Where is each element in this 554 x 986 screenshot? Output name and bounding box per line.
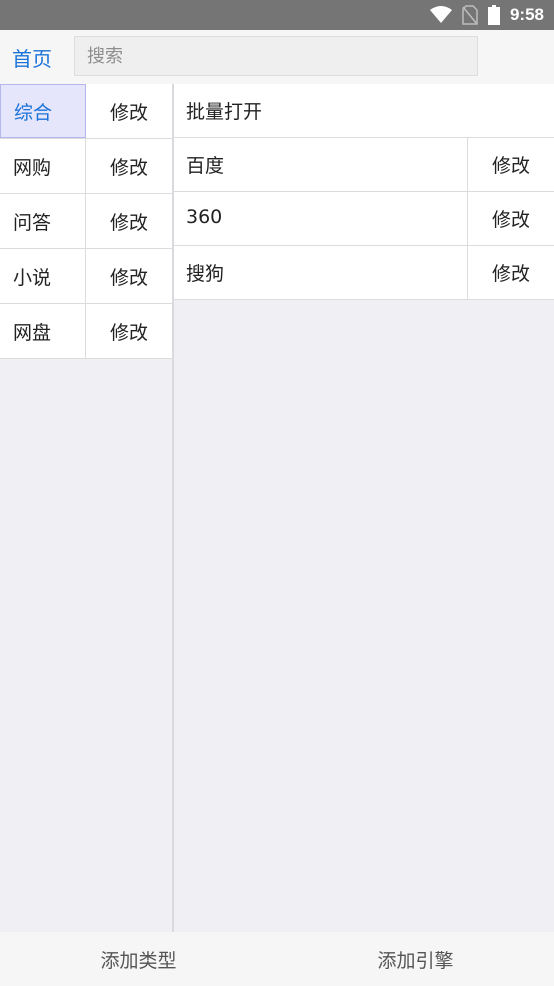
engine-list: 批量打开 百度 修改 360 修改 搜狗 修改 — [174, 84, 554, 932]
category-row-wenda[interactable]: 问答 修改 — [0, 194, 172, 249]
add-engine-button[interactable]: 添加引擎 — [277, 932, 554, 986]
category-name[interactable]: 综合 — [0, 84, 86, 138]
engine-name[interactable]: 搜狗 — [174, 246, 468, 299]
category-edit-button[interactable]: 修改 — [86, 304, 172, 358]
bottom-bar: 添加类型 添加引擎 — [0, 932, 554, 986]
category-edit-button[interactable]: 修改 — [86, 194, 172, 248]
status-icons: 9:58 — [429, 0, 544, 30]
status-bar: 9:58 — [0, 0, 554, 30]
category-name[interactable]: 网购 — [0, 139, 86, 193]
top-bar: 首页 — [0, 30, 554, 84]
search-input[interactable] — [74, 36, 478, 76]
engine-edit-button[interactable]: 修改 — [468, 138, 554, 191]
category-row-zonghe[interactable]: 综合 修改 — [0, 84, 172, 139]
engine-name[interactable]: 360 — [174, 192, 468, 245]
category-row-wangpan[interactable]: 网盘 修改 — [0, 304, 172, 359]
category-row-xiaoshuo[interactable]: 小说 修改 — [0, 249, 172, 304]
category-list: 综合 修改 网购 修改 问答 修改 小说 修改 网盘 修改 — [0, 84, 174, 932]
no-sim-icon — [462, 5, 478, 25]
home-link[interactable]: 首页 — [12, 43, 52, 72]
category-edit-button[interactable]: 修改 — [86, 84, 172, 138]
engine-row-sougou[interactable]: 搜狗 修改 — [174, 246, 554, 300]
engine-row-360[interactable]: 360 修改 — [174, 192, 554, 246]
category-name[interactable]: 问答 — [0, 194, 86, 248]
wifi-icon — [429, 6, 452, 23]
batch-open-button[interactable]: 批量打开 — [174, 84, 554, 138]
category-row-wanggou[interactable]: 网购 修改 — [0, 139, 172, 194]
engine-edit-button[interactable]: 修改 — [468, 246, 554, 299]
engine-edit-button[interactable]: 修改 — [468, 192, 554, 245]
category-name[interactable]: 网盘 — [0, 304, 86, 358]
category-edit-button[interactable]: 修改 — [86, 249, 172, 303]
engine-name[interactable]: 百度 — [174, 138, 468, 191]
add-type-button[interactable]: 添加类型 — [0, 932, 277, 986]
engine-row-baidu[interactable]: 百度 修改 — [174, 138, 554, 192]
battery-icon — [487, 5, 500, 25]
status-time: 9:58 — [509, 5, 544, 24]
category-edit-button[interactable]: 修改 — [86, 139, 172, 193]
category-name[interactable]: 小说 — [0, 249, 86, 303]
